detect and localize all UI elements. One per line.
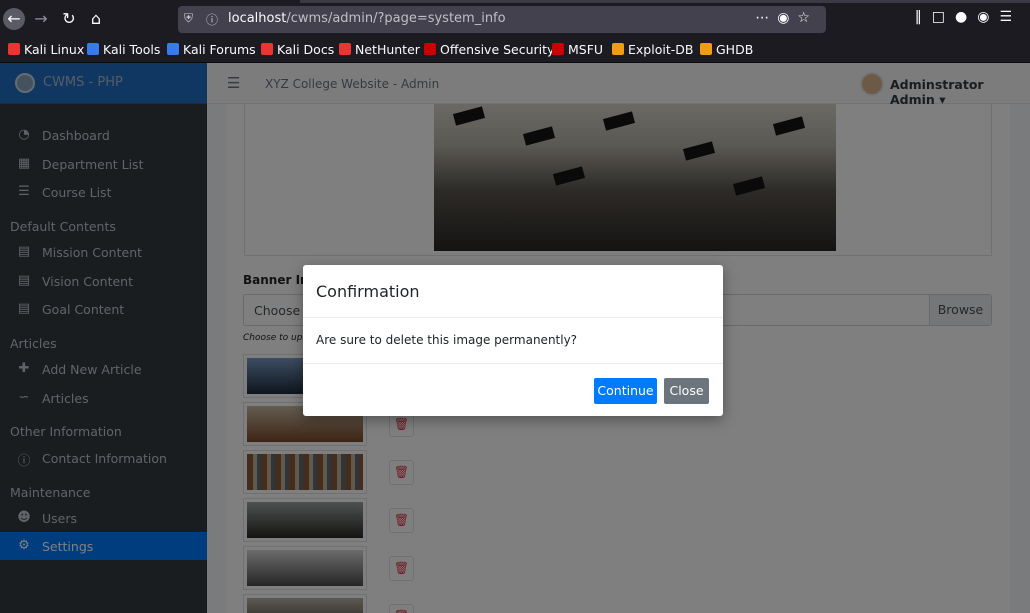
- bookmark-kali-tools[interactable]: Kali Tools: [87, 42, 160, 57]
- back-arrow-icon[interactable]: ←: [3, 8, 25, 30]
- library-icon[interactable]: ‖□●◉☰: [915, 9, 1022, 25]
- bookmark-label: NetHunter: [355, 42, 420, 57]
- close-button[interactable]: Close: [664, 378, 709, 404]
- bookmark-exploit-db[interactable]: Exploit-DB: [612, 42, 693, 57]
- info-icon[interactable]: ⓘ: [206, 11, 218, 28]
- home-icon[interactable]: ⌂: [85, 8, 107, 30]
- bookmark-kali-forums[interactable]: Kali Forums: [167, 42, 256, 57]
- url-host: localhost: [228, 11, 287, 26]
- bookmark-label: Exploit-DB: [628, 42, 694, 57]
- modal-title: Confirmation: [316, 282, 420, 301]
- modal-message: Are sure to delete this image permanentl…: [316, 333, 578, 347]
- bookmark-label: Kali Forums: [183, 42, 256, 57]
- shield-icon[interactable]: ⛨: [184, 11, 193, 26]
- url-text[interactable]: localhost/cwms/admin/?page=system_info: [228, 11, 506, 26]
- kali-docs-icon: [261, 43, 273, 55]
- bookmark-offensive-security[interactable]: Offensive Security: [424, 42, 554, 57]
- bookmark-kali-docs[interactable]: Kali Docs: [261, 42, 334, 57]
- reload-icon[interactable]: ↻: [58, 8, 80, 30]
- browser-toolbar: ← → ↻ ⌂ ⛨ ⓘ localhost/cwms/admin/?page=s…: [0, 0, 1030, 38]
- exploit-db-icon: [612, 43, 624, 55]
- modal-footer: Continue Close: [303, 363, 723, 416]
- continue-button[interactable]: Continue: [594, 378, 657, 404]
- page-actions-icon[interactable]: ⋯◉☆: [755, 10, 818, 26]
- forward-arrow-icon[interactable]: →: [30, 8, 52, 30]
- bookmark-label: Kali Docs: [277, 42, 335, 57]
- bookmark-label: MSFU: [568, 42, 604, 57]
- bookmark-nethunter[interactable]: NetHunter: [339, 42, 420, 57]
- kali-tools-icon: [87, 43, 99, 55]
- modal-header: Confirmation: [303, 265, 723, 318]
- url-bar[interactable]: ⛨ ⓘ localhost/cwms/admin/?page=system_in…: [178, 6, 826, 33]
- bookmark-label: Kali Linux: [24, 42, 85, 57]
- bookmark-kali-linux[interactable]: Kali Linux: [8, 42, 84, 57]
- bookmark-label: Offensive Security: [440, 42, 555, 57]
- bookmark-label: GHDB: [716, 42, 754, 57]
- nethunter-icon: [339, 43, 351, 55]
- url-path: /cwms/admin/?page=system_info: [286, 11, 506, 26]
- bookmark-ghdb[interactable]: GHDB: [700, 42, 753, 57]
- bookmark-label: Kali Tools: [103, 42, 161, 57]
- offsec-icon: [424, 43, 436, 55]
- kali-linux-icon: [8, 43, 20, 55]
- msfu-icon: [552, 43, 564, 55]
- confirmation-modal: Confirmation Are sure to delete this ima…: [303, 265, 723, 416]
- ghdb-icon: [700, 43, 712, 55]
- bookmark-msfu[interactable]: MSFU: [552, 42, 603, 57]
- bookmarks-bar: Kali Linux Kali Tools Kali Forums Kali D…: [0, 38, 1030, 63]
- kali-forums-icon: [167, 43, 179, 55]
- tab-strip: [300, 0, 1030, 3]
